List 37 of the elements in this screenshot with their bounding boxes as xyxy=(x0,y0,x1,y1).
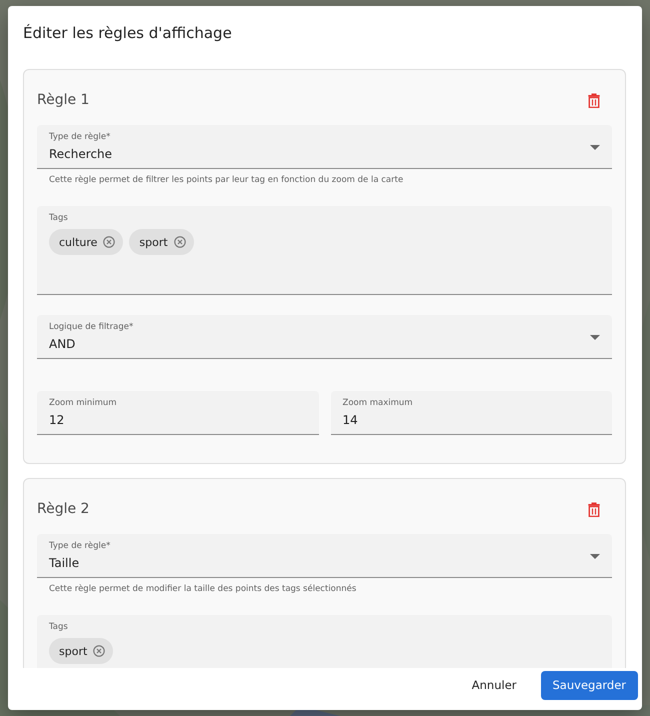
trash-icon[interactable] xyxy=(588,502,600,516)
select-field[interactable]: Type de règle* Taille xyxy=(37,534,612,578)
trash-icon[interactable] xyxy=(588,92,600,108)
dialog-title: Éditer les règles d'affichage xyxy=(22,23,233,44)
field-label: Tags xyxy=(49,621,69,633)
dropdown-caret-icon xyxy=(590,334,600,340)
rule-title: Règle 2 xyxy=(37,501,90,517)
field-label: Zoom minimum xyxy=(49,397,118,409)
tag-chip[interactable]: sport xyxy=(129,229,194,255)
field-label: Zoom maximum xyxy=(342,397,414,409)
field-label: Logique de filtrage* xyxy=(49,321,134,333)
remove-icon[interactable] xyxy=(93,645,106,657)
tags-field[interactable]: Tags culture sport xyxy=(37,206,612,295)
helper-text: Cette règle permet de modifier la taille des points des tags sélectionnés xyxy=(48,583,358,595)
field-label: Type de règle* xyxy=(49,131,112,143)
field-value: Recherche xyxy=(49,146,112,163)
field-value: AND xyxy=(49,336,76,353)
rule-title: Règle 1 xyxy=(37,92,90,108)
field-value: 14 xyxy=(342,412,358,429)
save-button[interactable]: Sauvegarder xyxy=(540,670,638,700)
field-label: Type de règle* xyxy=(49,540,112,552)
field-value: Taille xyxy=(49,555,80,572)
remove-icon[interactable] xyxy=(103,236,116,248)
tags-field[interactable]: Tags sport xyxy=(37,615,612,668)
input-field[interactable]: Zoom minimum 12 xyxy=(37,391,318,435)
select-field[interactable]: Logique de filtrage* AND xyxy=(37,315,612,359)
field-value: 12 xyxy=(49,412,64,429)
tag-chip[interactable]: culture xyxy=(49,229,124,255)
helper-text: Cette règle permet de filtrer les points par leur tag en fonction du zoom de la carte xyxy=(48,174,404,186)
select-field[interactable]: Type de règle* Recherche xyxy=(37,125,612,169)
field-label: Tags xyxy=(49,212,69,224)
remove-icon[interactable] xyxy=(174,236,186,248)
dropdown-caret-icon xyxy=(590,144,600,150)
dropdown-caret-icon xyxy=(590,554,600,558)
tag-chip[interactable]: sport xyxy=(49,638,114,664)
input-field[interactable]: Zoom maximum 14 xyxy=(330,391,612,435)
cancel-button[interactable]: Annuler xyxy=(460,670,528,700)
